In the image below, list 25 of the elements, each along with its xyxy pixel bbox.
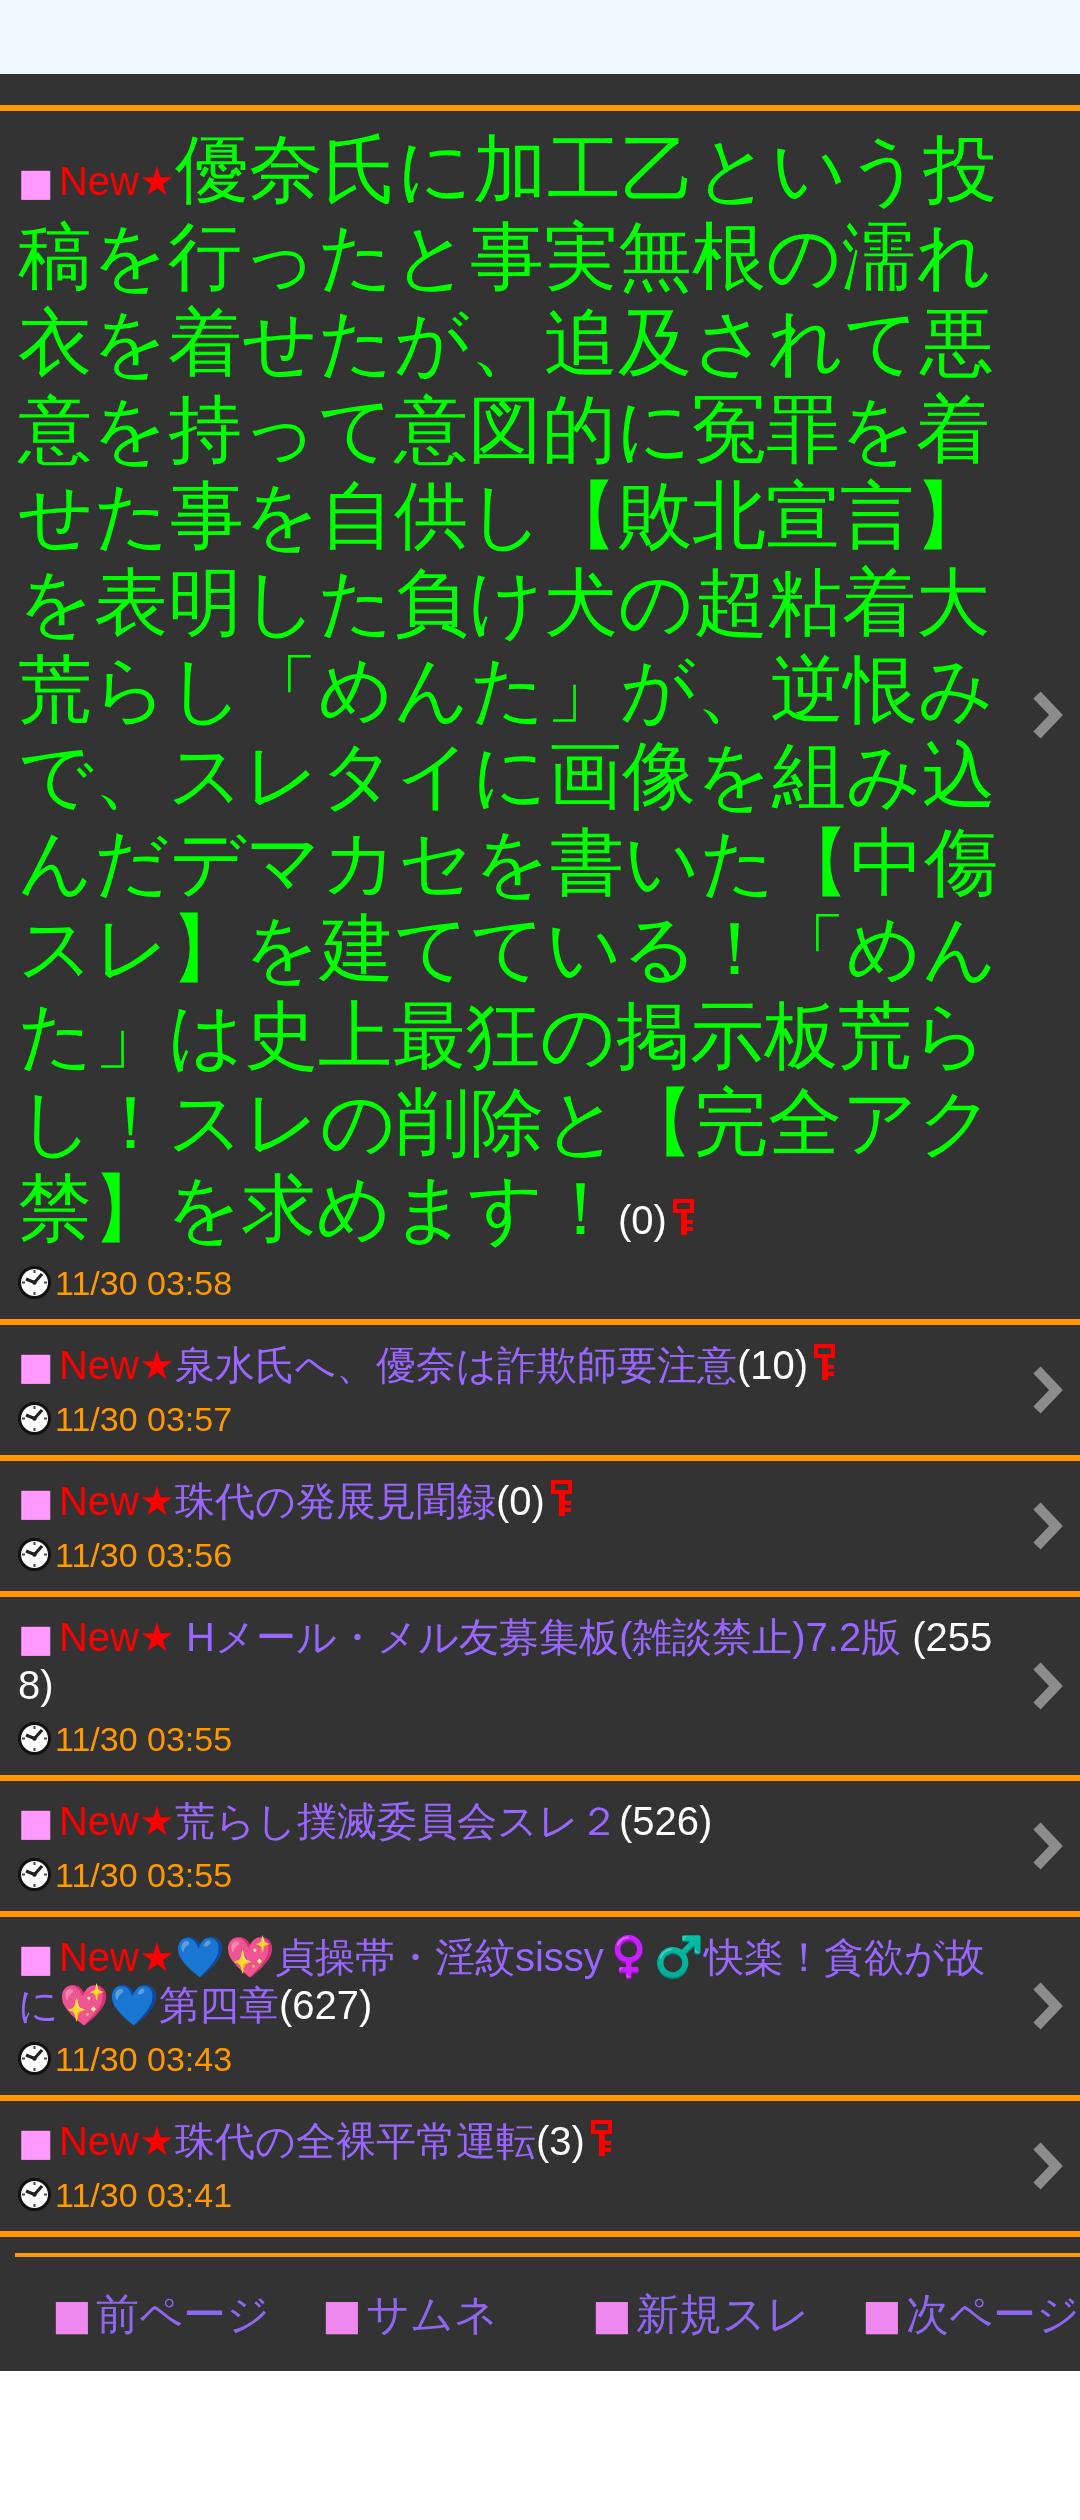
thread-link[interactable]: ■New★優奈氏に加工乙という投稿を行ったと事実無根の濡れ衣を着せたが、追及されて悪意を持って意図的に冤罪を着せた事を自供し【敗北宣言】を表明した負け犬の超粘着大荒らし「めんた」が、逆恨みで、スレタイに画像を組み込んだデマカセを書いた【中傷スレ】を建てている！「めんた」は史上最狂の掲示板荒らし！スレの削除と【完全アク禁】を求めます！(0) [18,127,1004,1253]
post-time: 11/30 03:55 [55,1718,233,1759]
clock-icon [18,2178,51,2212]
page-nav-link[interactable]: ■新規スレ [592,2290,810,2338]
thread-link[interactable]: ■New★珠代の全裸平常運転(3) [18,2116,1004,2165]
page-nav-link[interactable]: ■サムネ [322,2290,498,2338]
thread-link[interactable]: ■New★珠代の発展見聞録(0) [18,1476,1004,1525]
thread-link[interactable]: ■New★荒らし撲滅委員会スレ２(526) [18,1796,1004,1845]
thread-link[interactable]: ■New★💙💖貞操帯・淫紋sissy♀♂快楽！貪欲が故に💖💙第四章(627) [18,1932,1004,2029]
clock-icon [18,1538,51,1572]
clock-icon [18,1266,51,1300]
clock-icon [18,1858,51,1892]
post-time: 11/30 03:41 [55,2174,233,2215]
post-time: 11/30 03:58 [55,1262,233,1303]
post-time: 11/30 03:56 [55,1534,233,1575]
clock-icon [18,1402,51,1436]
page-nav-link[interactable]: ■次ページ [862,2290,1080,2338]
thread-link[interactable]: ■New★ Hメール・メル友募集板(雑談禁止)7.2版 (2558) [18,1612,1004,1709]
post-time: 11/30 03:57 [55,1398,233,1439]
clock-icon [18,2042,51,2076]
clock-icon [18,1722,51,1756]
thread-link[interactable]: ■New★泉水氏へ、優奈は詐欺師要注意(10) [18,1340,1004,1389]
page-nav-link[interactable]: ■前ページ [52,2290,270,2338]
post-time: 11/30 03:55 [55,1854,233,1895]
post-time: 11/30 03:43 [55,2038,233,2079]
